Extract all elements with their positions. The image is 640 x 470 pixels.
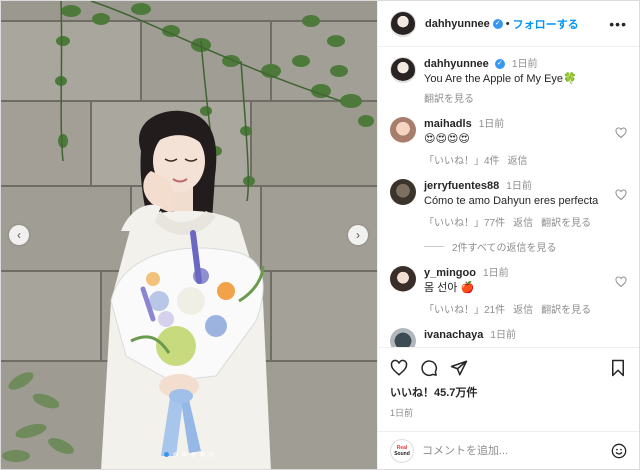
- comment-item: y_mingoo 1日前 몸 선아 🍎 「いいね！」21件 返信 翻訳を見る: [390, 266, 627, 316]
- comment-username[interactable]: ivanachaya: [424, 329, 483, 341]
- carousel-dot: [200, 452, 205, 457]
- comment-username[interactable]: y_mingoo: [424, 267, 476, 279]
- comment-item: jerryfuentes88 1日前 Cómo te amo Dahyun er…: [390, 179, 627, 229]
- comment-translate-link[interactable]: 翻訳を見る: [541, 214, 591, 229]
- caption-username[interactable]: dahhyunnee: [424, 58, 489, 70]
- view-replies-link[interactable]: 2件すべての返信を見る: [424, 239, 627, 254]
- heart-icon[interactable]: [390, 359, 408, 377]
- post-header: dahhyunnee ✓ • フォローする •••: [378, 1, 639, 47]
- carousel-dot: [173, 452, 178, 457]
- author-username[interactable]: dahhyunnee: [425, 18, 490, 30]
- comment-icon[interactable]: [420, 359, 438, 377]
- post-actions: いいね！45.7万件 1日前: [378, 347, 639, 431]
- caption-time[interactable]: 1日前: [512, 59, 538, 70]
- bookmark-icon[interactable]: [609, 359, 627, 377]
- comment-avatar[interactable]: [390, 328, 416, 347]
- verified-badge-icon: ✓: [492, 18, 503, 29]
- carousel-dot: [191, 452, 196, 457]
- comment-username[interactable]: maihadls: [424, 118, 472, 130]
- post-side-pane: dahhyunnee ✓ • フォローする ••• dahhyunnee ✓ 1…: [377, 1, 639, 469]
- woman-with-bouquet: [101, 110, 271, 469]
- view-replies-label: 2件すべての返信を見る: [452, 243, 557, 254]
- carousel-dots: [1, 452, 377, 457]
- header-separator: •: [505, 17, 510, 30]
- comment-avatar[interactable]: [390, 266, 416, 292]
- caption: dahhyunnee ✓ 1日前 You Are the Apple of My…: [390, 57, 627, 105]
- comment-item: ivanachaya 1日前: [390, 328, 627, 347]
- carousel-prev-button[interactable]: ‹: [9, 225, 29, 245]
- comment-time[interactable]: 1日前: [506, 181, 532, 192]
- comment-text: 😍😍😍😍: [424, 133, 470, 145]
- post-photo[interactable]: ‹ ›: [1, 1, 377, 469]
- comment-time[interactable]: 1日前: [490, 330, 516, 341]
- carousel-dot: [182, 452, 187, 457]
- comment-avatar[interactable]: [390, 179, 416, 205]
- comment-item: maihadls 1日前 😍😍😍😍 「いいね！」4件 返信: [390, 117, 627, 167]
- watermark-logo: Real Sound: [390, 438, 414, 463]
- comment-translate-link[interactable]: 翻訳を見る: [541, 301, 591, 316]
- share-icon[interactable]: [450, 359, 468, 377]
- caption-translate-link[interactable]: 翻訳を見る: [424, 90, 627, 105]
- heart-icon[interactable]: [615, 127, 627, 139]
- comment-reply-button[interactable]: 返信: [508, 152, 528, 167]
- replies-divider: [424, 246, 444, 247]
- like-count[interactable]: いいね！45.7万件: [390, 384, 627, 400]
- comment-like-count[interactable]: 「いいね！」77件: [424, 214, 505, 229]
- caption-text: You Are the Apple of My Eye🍀: [424, 73, 577, 85]
- comment-like-count[interactable]: 「いいね！」4件: [424, 152, 500, 167]
- comment-time[interactable]: 1日前: [479, 119, 505, 130]
- add-comment-bar: Real Sound: [378, 431, 639, 469]
- comment-reply-button[interactable]: 返信: [513, 214, 533, 229]
- author-avatar[interactable]: [390, 10, 416, 37]
- comment-input[interactable]: [422, 444, 603, 457]
- more-options-button[interactable]: •••: [609, 16, 627, 32]
- carousel-dot: [209, 452, 214, 457]
- post-dialog: ‹ › dahhyunnee ✓ • フォローする ••• dahhyunnee…: [0, 0, 640, 470]
- heart-icon[interactable]: [615, 276, 627, 288]
- emoji-icon[interactable]: [611, 443, 627, 459]
- comment-reply-button[interactable]: 返信: [513, 301, 533, 316]
- comment-username[interactable]: jerryfuentes88: [424, 180, 499, 192]
- comment-time[interactable]: 1日前: [483, 268, 509, 279]
- more-icon: •••: [609, 15, 627, 32]
- heart-icon[interactable]: [615, 189, 627, 201]
- comments-list[interactable]: dahhyunnee ✓ 1日前 You Are the Apple of My…: [378, 47, 639, 347]
- comment-like-count[interactable]: 「いいね！」21件: [424, 301, 505, 316]
- comment-text: 몸 선아 🍎: [424, 282, 475, 294]
- carousel-next-button[interactable]: ›: [348, 225, 368, 245]
- caption-avatar[interactable]: [390, 57, 416, 83]
- comment-avatar[interactable]: [390, 117, 416, 143]
- verified-badge-icon: ✓: [494, 59, 505, 70]
- chevron-left-icon: ‹: [17, 228, 21, 242]
- watermark-line2: Sound: [394, 450, 410, 457]
- carousel-dot: [164, 452, 169, 457]
- chevron-right-icon: ›: [356, 228, 360, 242]
- post-timestamp[interactable]: 1日前: [390, 406, 627, 419]
- follow-button[interactable]: フォローする: [513, 16, 579, 32]
- comment-text: Cómo te amo Dahyun eres perfecta: [424, 195, 599, 207]
